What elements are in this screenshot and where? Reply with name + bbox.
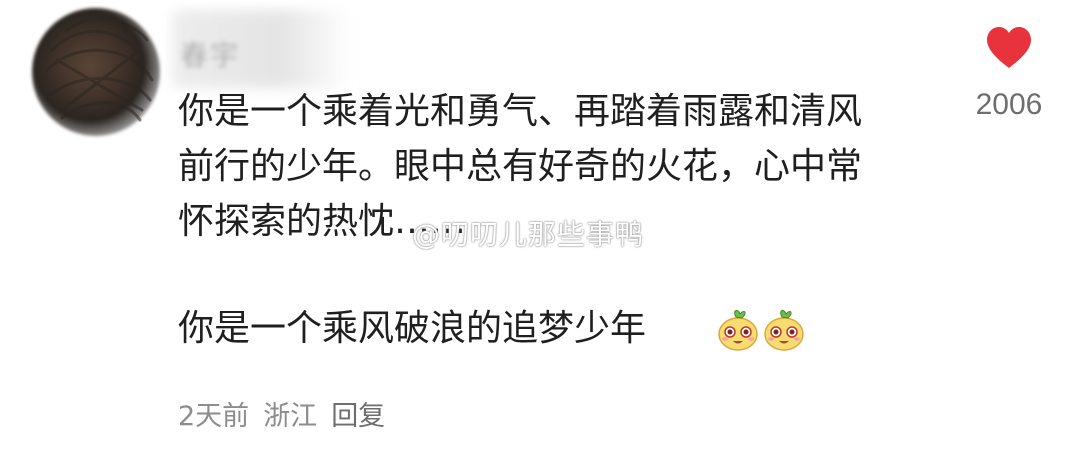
- content-paragraph-2: 你是一个乘风破浪的追梦少年: [178, 301, 918, 356]
- like-count: 2006: [975, 88, 1043, 121]
- heart-icon[interactable]: [985, 26, 1033, 70]
- watermark: @叨叨儿那些事鸭: [412, 218, 645, 251]
- comment-card: 春宇 你是一个乘着光和勇气、再踏着雨露和清风 前行的少年。眼中总有好奇的火花，心…: [0, 0, 1080, 459]
- happy-pear-face-emoji-icon: [718, 309, 758, 351]
- reply-button[interactable]: 回复: [331, 394, 385, 433]
- comment-meta: 2天前 浙江 回复: [178, 394, 385, 433]
- content-line: 你是一个乘着光和勇气、再踏着雨露和清风: [178, 91, 863, 132]
- comment-time: 2天前: [178, 401, 250, 432]
- avatar-scribble-overlay: [45, 17, 154, 122]
- content-line: 你是一个乘风破浪的追梦少年: [178, 308, 647, 349]
- happy-pear-face-emoji-icon: [764, 309, 804, 351]
- comment-location: 浙江: [263, 401, 318, 432]
- like-button[interactable]: 2006: [966, 26, 1052, 122]
- username[interactable]: 春宇: [180, 34, 240, 74]
- content-line: 前行的少年。眼中总有好奇的火花，心中常: [178, 146, 863, 187]
